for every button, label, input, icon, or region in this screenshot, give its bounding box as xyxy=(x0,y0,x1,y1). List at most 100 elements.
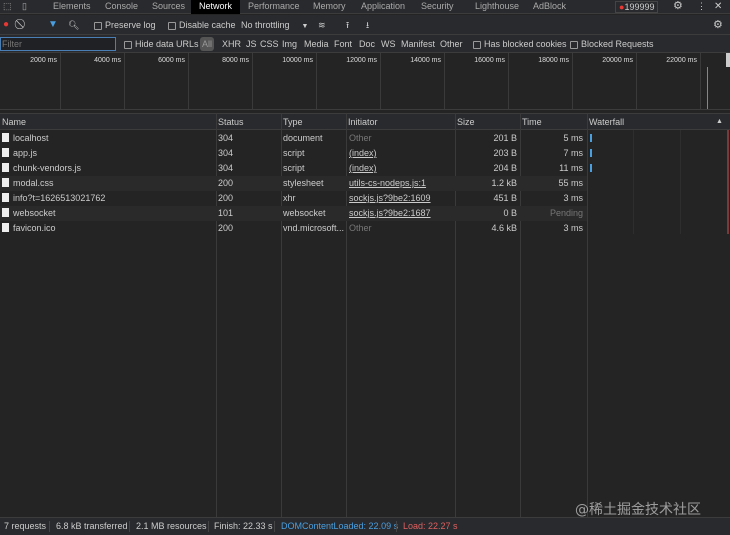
column-status[interactable]: Status xyxy=(216,114,244,129)
tab-application[interactable]: Application xyxy=(361,0,405,14)
type-filter-media[interactable]: Media xyxy=(304,35,329,53)
request-count: 7 requests xyxy=(4,521,47,531)
request-status: 200 xyxy=(218,223,234,233)
request-initiator[interactable]: sockjs.js?9be2:1609 xyxy=(349,191,453,206)
request-status: 304 xyxy=(218,163,234,173)
request-row[interactable]: modal.css 200 stylesheet utils-cs-nodeps.js… xyxy=(0,176,587,191)
load-time: Load: 22.27 s xyxy=(403,521,458,531)
request-initiator[interactable]: utils-cs-nodeps.js:1 xyxy=(349,176,453,191)
request-name: app.js xyxy=(13,148,38,158)
overview-tick-label: 10000 ms xyxy=(282,57,313,64)
type-filter-other[interactable]: Other xyxy=(440,35,463,53)
request-type: script xyxy=(283,163,305,173)
column-initiator[interactable]: Initiator xyxy=(346,114,378,129)
more-menu-icon[interactable]: ⋮ xyxy=(697,0,706,14)
request-time: 3 ms xyxy=(563,193,583,203)
overview-tick-label: 14000 ms xyxy=(410,57,441,64)
error-count-badge[interactable]: ●199999 xyxy=(615,1,659,13)
request-initiator[interactable]: (index) xyxy=(349,146,453,161)
tab-elements[interactable]: Elements xyxy=(53,0,91,14)
request-type: document xyxy=(283,133,323,143)
sort-ascending-icon[interactable]: ▲ xyxy=(714,114,723,129)
column-name[interactable]: Name xyxy=(0,114,26,129)
tab-performance[interactable]: Performance xyxy=(248,0,300,14)
type-filter-ws[interactable]: WS xyxy=(381,35,396,53)
request-row[interactable]: chunk-vendors.js 304 script (index) 204 B 11 … xyxy=(0,161,587,176)
request-row[interactable]: favicon.ico 200 vnd.microsoft... Other 4.6 k… xyxy=(0,221,587,236)
tab-adblock[interactable]: AdBlock xyxy=(533,0,566,14)
request-size: 0 B xyxy=(503,208,517,218)
tab-console[interactable]: Console xyxy=(105,0,138,14)
record-icon[interactable]: ● xyxy=(3,15,9,35)
request-size: 203 B xyxy=(493,148,517,158)
filter-input[interactable] xyxy=(0,37,116,51)
type-filter-font[interactable]: Font xyxy=(334,35,352,53)
request-size: 201 B xyxy=(493,133,517,143)
column-waterfall[interactable]: Waterfall xyxy=(587,114,624,129)
has-blocked-cookies-checkbox[interactable]: Has blocked cookies xyxy=(473,35,567,53)
type-filter-all[interactable]: All xyxy=(200,37,215,51)
network-overview-timeline[interactable]: 2000 ms 4000 ms 6000 ms 8000 ms 10000 ms 1200… xyxy=(0,53,730,110)
filter-icon[interactable]: ▼ xyxy=(48,15,58,35)
export-har-icon[interactable]: ⭳ xyxy=(366,15,369,35)
blocked-requests-checkbox[interactable]: Blocked Requests xyxy=(570,35,654,53)
overview-gridline xyxy=(700,53,701,110)
file-icon xyxy=(2,208,9,218)
request-row[interactable]: info?t=1626513021762 200 xhr sockjs.js?9be2… xyxy=(0,191,587,206)
request-time: 55 ms xyxy=(558,178,583,188)
overview-tick-label: 16000 ms xyxy=(474,57,505,64)
overview-gridline xyxy=(636,53,637,110)
type-filter-css[interactable]: CSS xyxy=(260,35,279,53)
search-icon[interactable]: 🔍︎ xyxy=(68,15,79,35)
overview-gridline xyxy=(508,53,509,110)
throttling-select[interactable]: No throttling ▼ xyxy=(241,15,308,37)
tab-security[interactable]: Security xyxy=(421,0,454,14)
inspect-element-icon[interactable]: ⬚ xyxy=(3,0,12,14)
network-toolbar: ● ⃠ ▼ 🔍︎ Preserve log Disable cache No t… xyxy=(0,15,730,35)
request-time: 7 ms xyxy=(563,148,583,158)
file-icon xyxy=(2,163,9,173)
hide-data-urls-checkbox[interactable]: Hide data URLs xyxy=(124,35,199,53)
request-row[interactable]: websocket 101 websocket sockjs.js?9be2:1687… xyxy=(0,206,587,221)
request-initiator: Other xyxy=(349,133,372,143)
type-filter-doc[interactable]: Doc xyxy=(359,35,375,53)
tab-network[interactable]: Network xyxy=(191,0,241,14)
request-status: 101 xyxy=(218,208,234,218)
column-type[interactable]: Type xyxy=(281,114,303,129)
load-marker xyxy=(707,67,708,109)
request-size: 1.2 kB xyxy=(491,178,517,188)
filter-bar: Hide data URLs All XHR JS CSS Img Media … xyxy=(0,35,730,53)
overview-gridline xyxy=(444,53,445,110)
waterfall-bar xyxy=(590,164,592,172)
network-settings-gear-icon[interactable]: ⚙ xyxy=(713,15,723,35)
file-icon xyxy=(2,148,9,158)
network-conditions-icon[interactable]: ≋ xyxy=(318,15,326,35)
type-filter-img[interactable]: Img xyxy=(282,35,297,53)
requests-table-body: localhost 304 document Other 201 B 5 ms app.js… xyxy=(0,131,592,236)
type-filter-js[interactable]: JS xyxy=(246,35,257,53)
device-toggle-icon[interactable]: ▯ xyxy=(22,0,27,14)
column-size[interactable]: Size xyxy=(455,114,475,129)
request-row[interactable]: localhost 304 document Other 201 B 5 ms xyxy=(0,131,587,146)
file-icon xyxy=(2,223,9,233)
type-filter-xhr[interactable]: XHR xyxy=(222,35,241,53)
request-initiator[interactable]: sockjs.js?9be2:1687 xyxy=(349,206,453,221)
import-har-icon[interactable]: ⭱ xyxy=(346,15,349,35)
request-initiator[interactable]: (index) xyxy=(349,161,453,176)
overview-handle[interactable] xyxy=(726,53,730,67)
column-time[interactable]: Time xyxy=(520,114,542,129)
request-name: websocket xyxy=(13,208,56,218)
request-status: 304 xyxy=(218,133,234,143)
request-row[interactable]: app.js 304 script (index) 203 B 7 ms xyxy=(0,146,587,161)
tab-sources[interactable]: Sources xyxy=(152,0,185,14)
request-size: 204 B xyxy=(493,163,517,173)
disable-cache-checkbox[interactable]: Disable cache xyxy=(168,15,236,35)
request-type: vnd.microsoft... xyxy=(283,223,345,233)
settings-gear-icon[interactable]: ⚙ xyxy=(673,0,683,14)
close-icon[interactable]: ✕ xyxy=(714,0,722,14)
tab-lighthouse[interactable]: Lighthouse xyxy=(475,0,519,14)
preserve-log-checkbox[interactable]: Preserve log xyxy=(94,15,156,35)
hide-data-urls-label: Hide data URLs xyxy=(135,39,199,49)
type-filter-manifest[interactable]: Manifest xyxy=(401,35,435,53)
tab-memory[interactable]: Memory xyxy=(313,0,346,14)
